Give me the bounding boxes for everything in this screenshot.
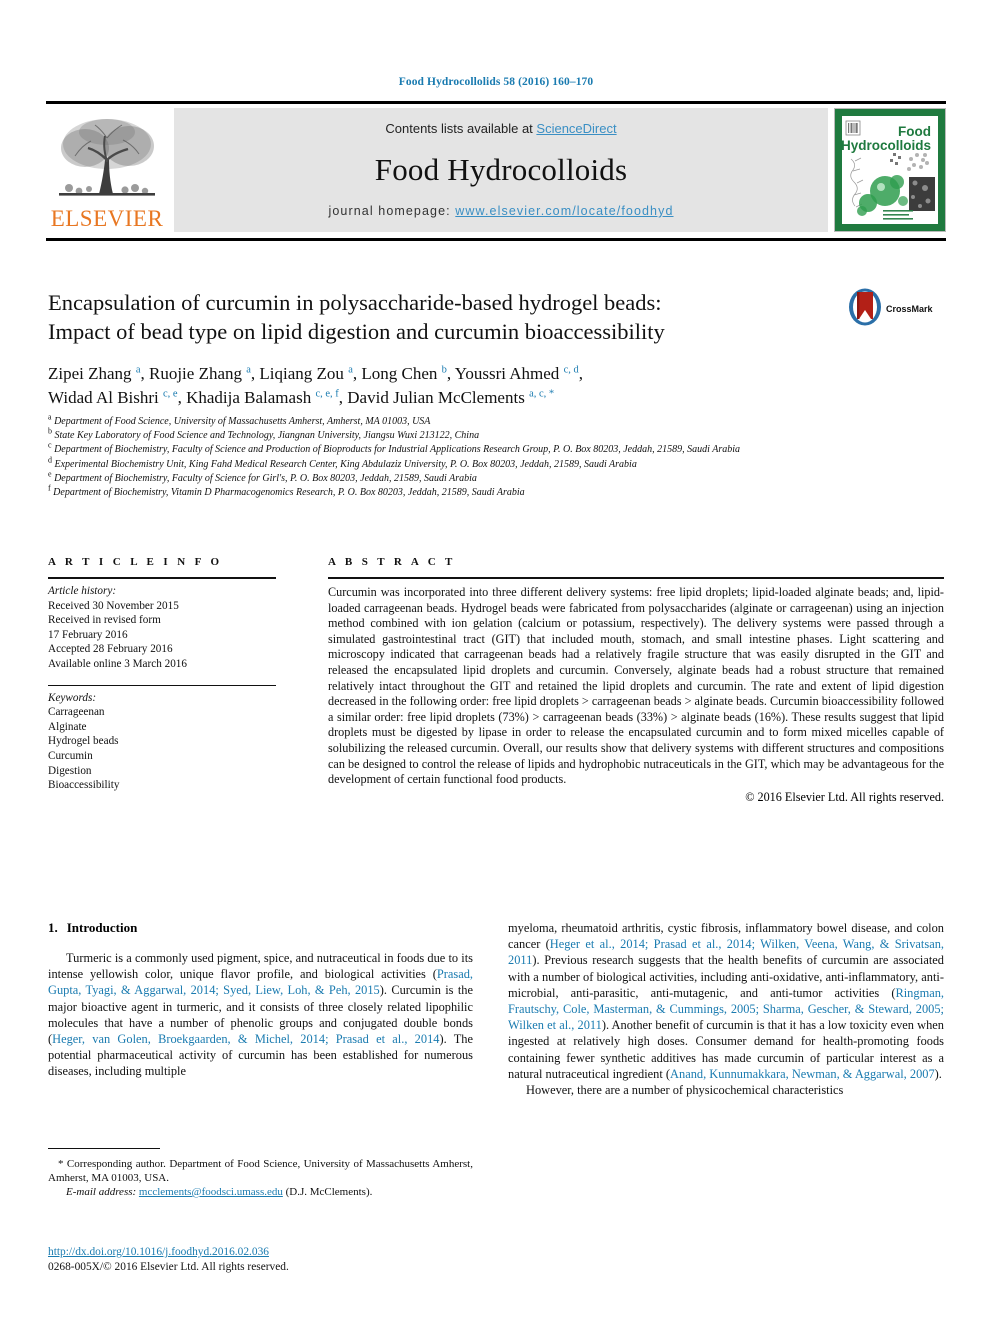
keyword-item: Curcumin xyxy=(48,749,93,762)
intro-paragraph-left: Turmeric is a commonly used pigment, spi… xyxy=(48,951,473,1079)
history-item-online: Available online 3 March 2016 xyxy=(48,657,187,670)
svg-text:Hydrocolloids: Hydrocolloids xyxy=(841,138,931,153)
history-item-accepted: Accepted 28 February 2016 xyxy=(48,643,173,656)
journal-title: Food Hydrocolloids xyxy=(374,152,628,187)
keyword-item: Digestion xyxy=(48,764,92,777)
section-number: 1. xyxy=(48,920,58,935)
keyword-item: Alginate xyxy=(48,720,87,733)
journal-banner: Contents lists available at ScienceDirec… xyxy=(174,108,828,232)
history-item-received: Received 30 November 2015 xyxy=(48,599,179,612)
affiliation-f: f Department of Biochemistry, Vitamin D … xyxy=(48,483,525,499)
abstract-panel: A B S T R A C T Curcumin was incorporate… xyxy=(328,556,944,805)
intro-right-column: myeloma, rheumatoid arthritis, cystic fi… xyxy=(508,920,944,1098)
footnote-corresponding: * Corresponding author. Department of Fo… xyxy=(48,1158,473,1184)
running-head: Food Hydrocollolids 58 (2016) 160–170 xyxy=(398,76,594,88)
journal-homepage-link[interactable]: www.elsevier.com/locate/foodhyd xyxy=(455,204,673,218)
elsevier-wordmark: ELSEVIER xyxy=(50,206,164,231)
keyword-item: Hydrogel beads xyxy=(48,735,119,748)
email-label: E-mail address: xyxy=(66,1186,137,1198)
author-list: Zipei Zhang a, Ruojie Zhang a, Liqiang Z… xyxy=(48,362,848,410)
footer-doi-block: http://dx.doi.org/10.1016/j.foodhyd.2016… xyxy=(48,1245,478,1275)
svg-text:Food: Food xyxy=(898,124,931,139)
affiliation-e: e Department of Biochemistry, Faculty of… xyxy=(48,469,477,484)
authors-line-2: Widad Al Bishri c, e, Khadija Balamash c… xyxy=(48,388,555,407)
contents-prefix: Contents lists available at xyxy=(385,121,537,136)
article-history-block: Article history: Received 30 November 20… xyxy=(48,579,276,672)
page-title: Encapsulation of curcumin in polysacchar… xyxy=(48,288,838,346)
crossmark-icon xyxy=(848,288,882,331)
crossmark-badge[interactable]: CrossMark xyxy=(848,288,948,330)
affiliation-a: a Department of Food Science, University… xyxy=(48,412,431,427)
sciencedirect-link[interactable]: ScienceDirect xyxy=(536,121,616,136)
journal-masthead: ELSEVIER Contents lists available at Sci… xyxy=(46,101,946,241)
article-info-heading: A R T I C L E I N F O xyxy=(48,556,223,568)
authors-line-1: Zipei Zhang a, Ruojie Zhang a, Liqiang Z… xyxy=(48,364,583,383)
section-title: Introduction xyxy=(66,920,138,935)
abstract-heading: A B S T R A C T xyxy=(328,556,456,568)
elsevier-logo: ELSEVIER xyxy=(46,108,168,232)
journal-homepage-line: journal homepage: www.elsevier.com/locat… xyxy=(328,204,673,218)
history-item-revised-date: 17 February 2016 xyxy=(48,628,128,641)
keywords-block: Keywords: Carrageenan Alginate Hydrogel … xyxy=(48,686,276,793)
article-info-panel: A R T I C L E I N F O Article history: R… xyxy=(48,556,276,793)
issn-copyright: 0268-005X/© 2016 Elsevier Ltd. All right… xyxy=(48,1261,289,1273)
keyword-item: Bioaccessibility xyxy=(48,779,120,792)
homepage-prefix: journal homepage: xyxy=(328,204,456,218)
intro-left-column: 1. Introduction Turmeric is a commonly us… xyxy=(48,920,473,1080)
article-history-label: Article history: xyxy=(48,585,117,597)
affiliation-list: a Department of Food Science, University… xyxy=(48,412,943,500)
affiliation-d: d Experimental Biochemistry Unit, King F… xyxy=(48,455,637,470)
masthead-top-rule xyxy=(46,101,946,104)
masthead-bottom-rule xyxy=(46,238,946,241)
title-block: Encapsulation of curcumin in polysacchar… xyxy=(48,288,838,346)
paper-title-line2: Impact of bead type on lipid digestion a… xyxy=(48,319,665,344)
cover-artwork-icon: Food Hydrocolloids xyxy=(835,109,945,231)
keyword-item: Carrageenan xyxy=(48,706,105,719)
abstract-copyright: © 2016 Elsevier Ltd. All rights reserved… xyxy=(745,789,944,804)
elsevier-tree-icon xyxy=(55,114,159,206)
email-suffix: (D.J. McClements). xyxy=(285,1186,373,1198)
intro-paragraph-right-2: However, there are a number of physicoch… xyxy=(526,1083,844,1098)
section-heading-introduction: 1. Introduction xyxy=(48,920,473,936)
crossmark-label: CrossMark xyxy=(886,304,933,314)
history-item-revised: Received in revised form xyxy=(48,614,161,627)
paper-page: Food Hydrocollolids 58 (2016) 160–170 EL… xyxy=(0,0,992,1323)
intro-paragraph-right-1: myeloma, rheumatoid arthritis, cystic fi… xyxy=(508,921,945,1081)
corresponding-author-footnote: * Corresponding author. Department of Fo… xyxy=(48,1148,473,1199)
journal-cover-thumbnail: Food Hydrocolloids xyxy=(834,108,946,232)
affiliation-b: b State Key Laboratory of Food Science a… xyxy=(48,426,480,442)
keywords-label: Keywords: xyxy=(48,691,97,704)
author-email-link[interactable]: mcclements@foodsci.umass.edu xyxy=(139,1186,283,1198)
abstract-text: Curcumin was incorporated into three dif… xyxy=(328,585,944,787)
paper-title-line1: Encapsulation of curcumin in polysacchar… xyxy=(48,290,662,315)
doi-link[interactable]: http://dx.doi.org/10.1016/j.foodhyd.2016… xyxy=(48,1245,478,1260)
affiliation-c: c Department of Biochemistry, Faculty of… xyxy=(48,441,740,456)
contents-available-line: Contents lists available at ScienceDirec… xyxy=(385,121,616,136)
footnote-rule xyxy=(48,1148,160,1149)
